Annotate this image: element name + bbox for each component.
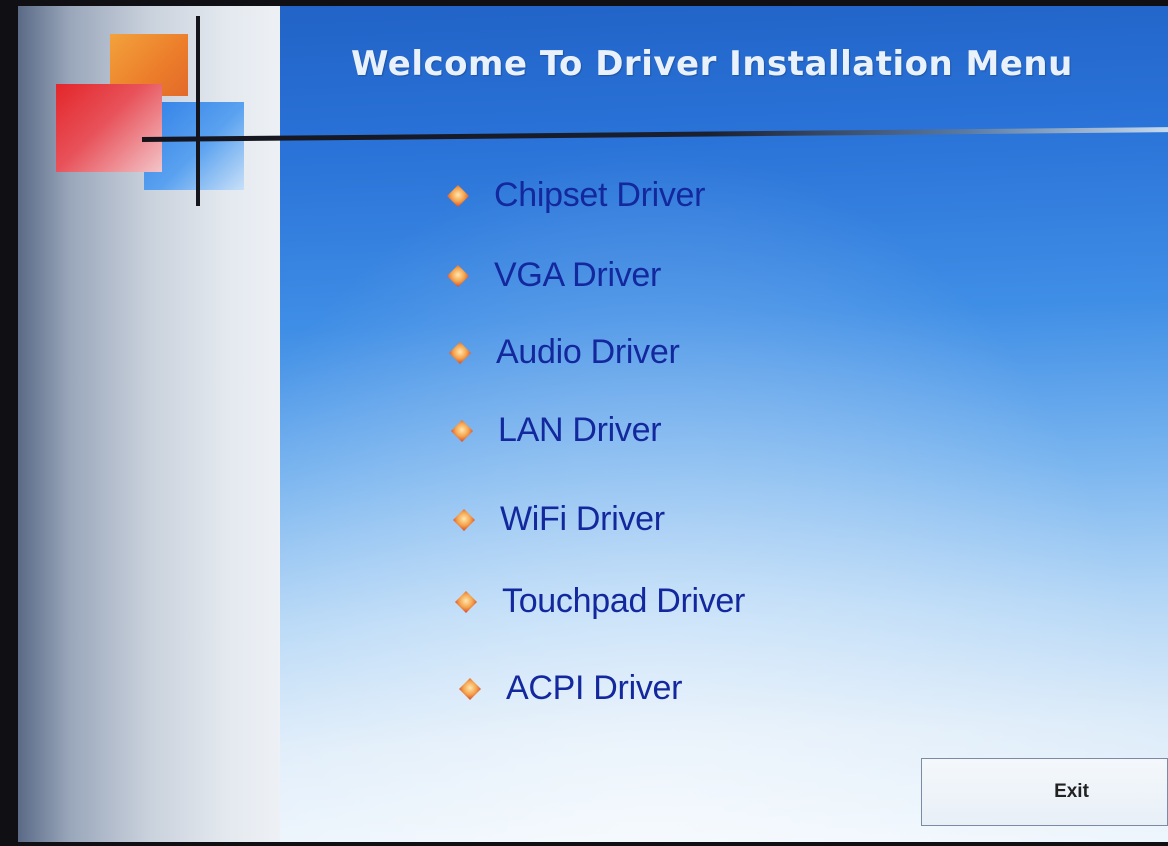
diamond-bullet-icon <box>446 264 470 288</box>
diamond-bullet-icon <box>452 508 476 532</box>
page-title: Welcome To Driver Installation Menu <box>351 44 1073 84</box>
exit-button-label: Exit <box>1054 781 1089 802</box>
menu-item-wifi-driver[interactable]: WiFi Driver <box>452 500 665 539</box>
decor-red-square <box>56 84 162 172</box>
installer-screen: Welcome To Driver Installation Menu Chip… <box>18 6 1168 842</box>
menu-item-label: LAN Driver <box>498 411 662 449</box>
diamond-bullet-icon <box>454 590 478 614</box>
menu-item-audio-driver[interactable]: Audio Driver <box>448 333 680 372</box>
menu-item-lan-driver[interactable]: LAN Driver <box>450 411 662 450</box>
menu-item-vga-driver[interactable]: VGA Driver <box>446 256 661 295</box>
diamond-bullet-icon <box>448 341 472 365</box>
menu-item-label: WiFi Driver <box>500 500 665 538</box>
monitor-frame: Welcome To Driver Installation Menu Chip… <box>0 0 1168 846</box>
diamond-bullet-icon <box>458 677 482 701</box>
menu-item-label: ACPI Driver <box>506 669 683 707</box>
menu-item-label: VGA Driver <box>494 256 662 294</box>
menu-item-label: Audio Driver <box>496 333 680 371</box>
exit-button[interactable]: Exit <box>921 758 1168 826</box>
menu-item-acpi-driver[interactable]: ACPI Driver <box>458 669 682 708</box>
diamond-bullet-icon <box>450 419 474 443</box>
diamond-bullet-icon <box>446 184 470 208</box>
menu-item-label: Touchpad Driver <box>502 582 746 620</box>
menu-item-label: Chipset Driver <box>494 176 706 214</box>
decor-horizontal-line <box>141 127 1168 142</box>
menu-item-chipset-driver[interactable]: Chipset Driver <box>446 176 706 215</box>
menu-item-touchpad-driver[interactable]: Touchpad Driver <box>454 582 745 621</box>
decor-vertical-line <box>196 16 200 206</box>
